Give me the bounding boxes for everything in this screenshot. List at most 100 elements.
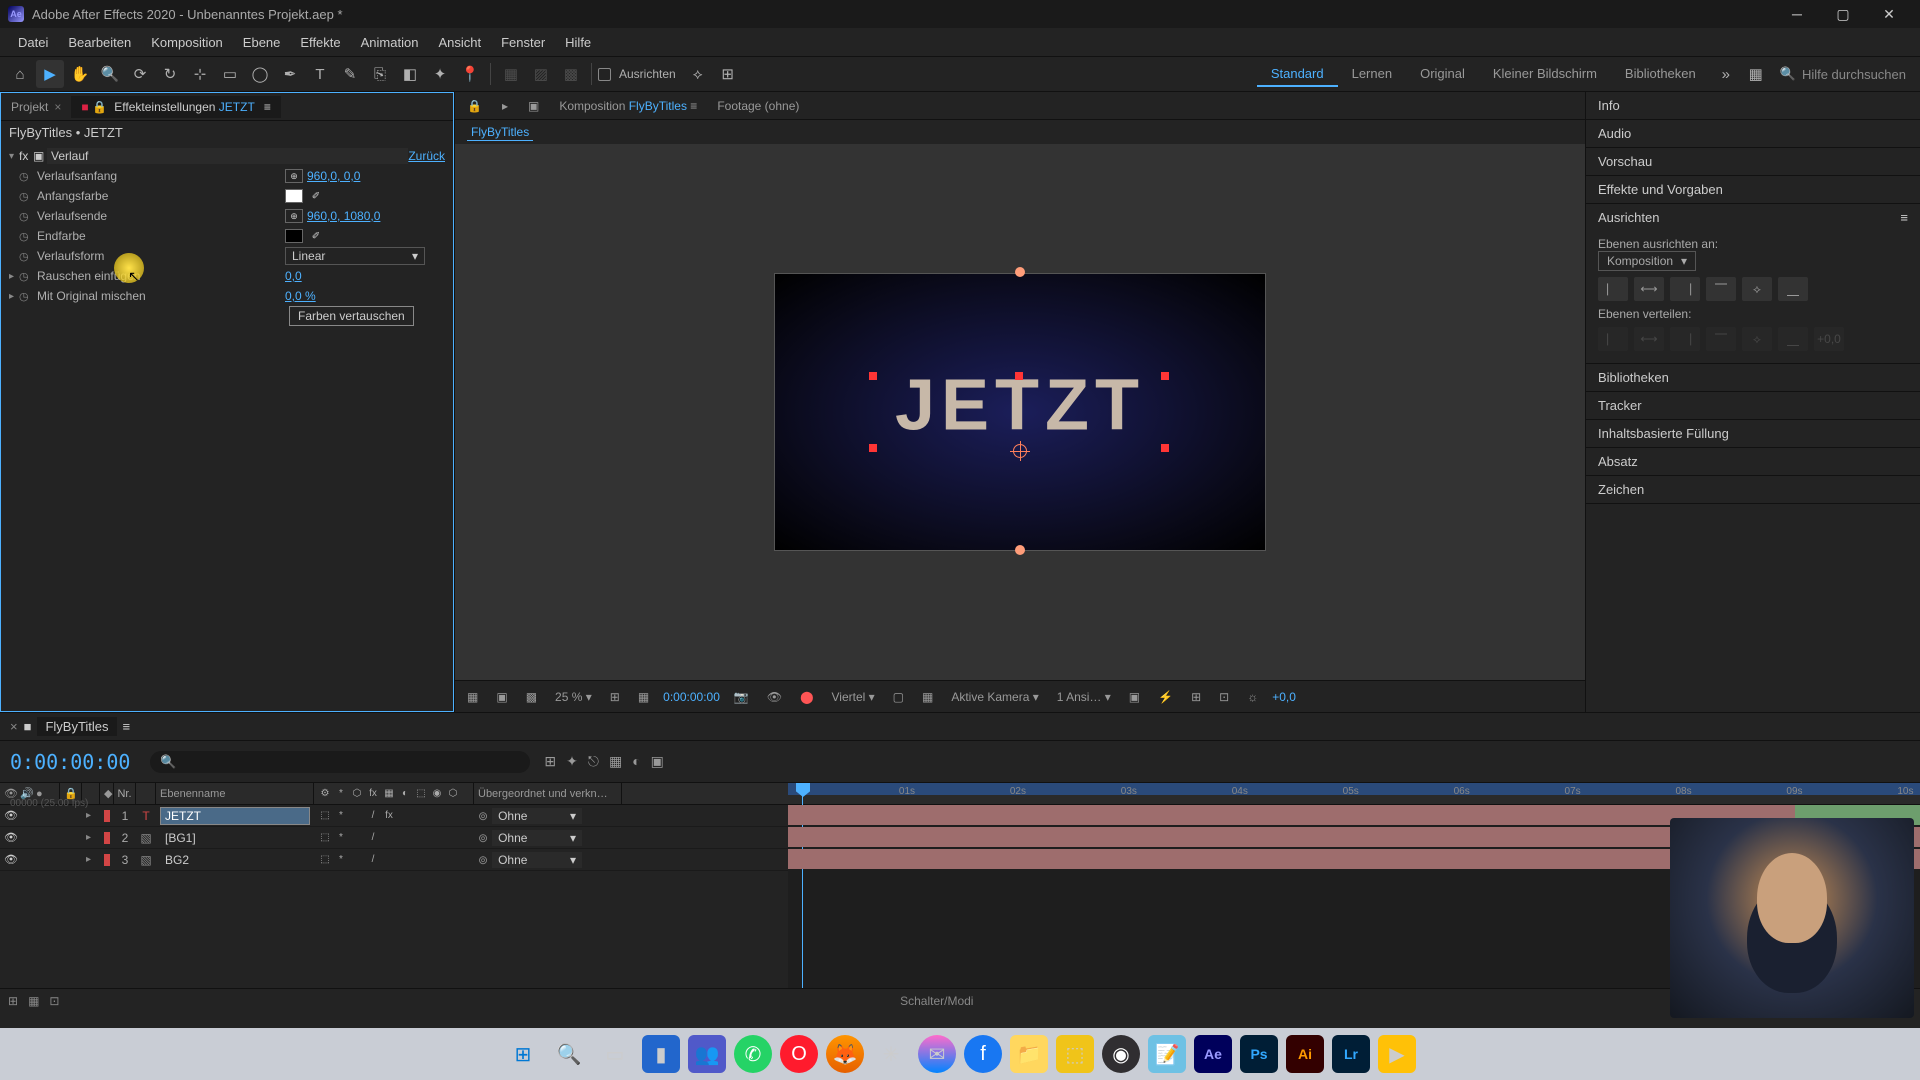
layer-row[interactable]: 👁▸3▧BG2⬚*/⊚Ohne▾ — [0, 849, 788, 871]
visibility-toggle[interactable]: 👁 — [4, 831, 16, 844]
ramp-start-handle[interactable] — [1015, 267, 1025, 277]
composition-viewport[interactable]: JETZT — [455, 144, 1585, 680]
panel-effekte-und-vorgaben[interactable]: Effekte und Vorgaben — [1586, 176, 1920, 203]
layer-name[interactable]: [BG1] — [160, 829, 310, 847]
menu-datei[interactable]: Datei — [8, 31, 58, 54]
show-snapshot-icon[interactable]: 👁 — [763, 688, 786, 706]
exposure-reset-icon[interactable]: ☼ — [1243, 688, 1262, 706]
notepad-button[interactable]: 📝 — [1148, 1035, 1186, 1073]
panel-absatz[interactable]: Absatz — [1586, 448, 1920, 475]
workspace-panel-button[interactable]: ▦ — [1742, 60, 1770, 88]
switches-modes-toggle[interactable]: Schalter/Modi — [900, 994, 973, 1008]
effect-name[interactable]: Verlauf — [47, 148, 408, 164]
app-button[interactable]: ✳ — [872, 1035, 910, 1073]
reset-button[interactable]: Zurück — [408, 149, 445, 163]
panel-tracker[interactable]: Tracker — [1586, 392, 1920, 419]
rect-tool[interactable]: ▭ — [216, 60, 244, 88]
panel-zeichen[interactable]: Zeichen — [1586, 476, 1920, 503]
twirl-icon[interactable]: ▸ — [86, 854, 91, 865]
ai-button[interactable]: Ai — [1286, 1035, 1324, 1073]
facebook-button[interactable]: f — [964, 1035, 1002, 1073]
align-bottom-button[interactable]: ⎽ — [1778, 277, 1808, 301]
stopwatch-icon[interactable]: ◷ — [19, 190, 33, 203]
snapping-checkbox[interactable] — [598, 68, 611, 81]
pixel-aspect-icon[interactable]: ▣ — [1125, 688, 1144, 706]
whatsapp-button[interactable]: ✆ — [734, 1035, 772, 1073]
layer-row[interactable]: 👁▸1TJETZT⬚*/fx⊚Ohne▾ — [0, 805, 788, 827]
align-top-button[interactable]: ⎺ — [1706, 277, 1736, 301]
tab-menu-icon[interactable]: ≡ — [123, 719, 131, 734]
parent-dropdown[interactable]: Ohne▾ — [492, 808, 582, 824]
composition-tab[interactable]: Komposition FlyByTitles ≡ — [553, 97, 703, 115]
align-left-button[interactable]: ⎸ — [1598, 277, 1628, 301]
menu-bearbeiten[interactable]: Bearbeiten — [58, 31, 141, 54]
zoom-dropdown[interactable]: 25 % ▾ — [551, 689, 596, 705]
eraser-tool[interactable]: ◧ — [396, 60, 424, 88]
roto-tool[interactable]: ✦ — [426, 60, 454, 88]
bbox-handle[interactable] — [869, 372, 877, 380]
label-color[interactable] — [104, 810, 110, 822]
stopwatch-icon[interactable]: ◷ — [19, 270, 33, 283]
viewer-nav-icon[interactable]: ▸ — [496, 97, 514, 115]
timeline-close-icon[interactable]: × — [10, 719, 18, 734]
align-vcenter-button[interactable]: ⟡ — [1742, 277, 1772, 301]
twirl-icon[interactable]: ▸ — [9, 271, 19, 282]
stopwatch-icon[interactable]: ◷ — [19, 230, 33, 243]
graph-editor-icon[interactable]: ▣ — [651, 753, 664, 770]
swap-colors-button[interactable]: Farben vertauschen — [289, 306, 414, 326]
motion-blur-icon[interactable]: ◐ — [632, 753, 640, 770]
visibility-toggle[interactable]: 👁 — [4, 853, 16, 866]
selection-tool[interactable]: ▶ — [36, 60, 64, 88]
layer-name[interactable]: BG2 — [160, 851, 310, 869]
layer-bar[interactable] — [788, 805, 1795, 825]
exposure-value[interactable]: +0,0 — [1272, 690, 1296, 704]
tab-menu-icon[interactable]: ≡ — [690, 99, 697, 113]
effect-controls-tab[interactable]: ■ 🔒 Effekteinstellungen JETZT ≡ — [71, 96, 281, 118]
orbit-tool[interactable]: ⟳ — [126, 60, 154, 88]
preview-timecode[interactable]: 0:00:00:00 — [663, 690, 720, 704]
alpha-icon[interactable]: ▦ — [463, 688, 482, 706]
workspace-bibliotheken[interactable]: Bibliotheken — [1611, 62, 1710, 87]
project-tab[interactable]: Projekt× — [1, 96, 71, 118]
switch[interactable]: ⬚ — [318, 853, 332, 867]
channel-icon[interactable]: ⬤ — [796, 688, 817, 706]
snap-opt1-icon[interactable]: ⟡ — [684, 60, 712, 88]
menu-hilfe[interactable]: Hilfe — [555, 31, 601, 54]
align-hcenter-button[interactable]: ⟷ — [1634, 277, 1664, 301]
blend-value[interactable]: 0,0 % — [285, 289, 316, 303]
workspace-original[interactable]: Original — [1406, 62, 1479, 87]
rotate-tool[interactable]: ↻ — [156, 60, 184, 88]
viewer-lock-icon[interactable]: 🔒 — [461, 97, 488, 115]
workspace-lernen[interactable]: Lernen — [1338, 62, 1406, 87]
start-button[interactable]: ⊞ — [504, 1035, 542, 1073]
flowchart-crumb[interactable]: FlyByTitles — [467, 124, 533, 141]
bbox-handle[interactable] — [1161, 372, 1169, 380]
files-button[interactable]: 📁 — [1010, 1035, 1048, 1073]
stopwatch-icon[interactable]: ◷ — [19, 290, 33, 303]
align-panel-title[interactable]: Ausrichten — [1598, 210, 1659, 225]
grid-icon[interactable]: ▦ — [634, 688, 653, 706]
fx-enable-checkbox[interactable]: fx — [19, 149, 33, 163]
explorer-button[interactable]: ▮ — [642, 1035, 680, 1073]
label-color[interactable] — [104, 854, 110, 866]
taskbar-search-button[interactable]: 🔍 — [550, 1035, 588, 1073]
fast-preview-icon[interactable]: ⚡ — [1154, 688, 1177, 706]
label-color[interactable] — [104, 832, 110, 844]
task-view-button[interactable]: ▭ — [596, 1035, 634, 1073]
snapshot-icon[interactable]: 📷 — [730, 688, 753, 706]
res-half-icon[interactable]: ⊞ — [606, 688, 624, 706]
tab-menu-icon[interactable]: ≡ — [264, 100, 271, 114]
menu-ansicht[interactable]: Ansicht — [428, 31, 491, 54]
panel-info[interactable]: Info — [1586, 92, 1920, 119]
mask-view-icon[interactable]: ▣ — [492, 688, 511, 706]
transparency-icon[interactable]: ▦ — [918, 688, 937, 706]
pickwhip-icon[interactable]: ⊚ — [478, 853, 488, 867]
anchor-point-icon[interactable] — [1013, 444, 1027, 458]
stopwatch-icon[interactable]: ◷ — [19, 170, 33, 183]
panel-menu-icon[interactable]: ≡ — [1900, 210, 1908, 225]
menu-ebene[interactable]: Ebene — [233, 31, 291, 54]
fx-comp-icon[interactable]: ▣ — [33, 149, 47, 163]
menu-komposition[interactable]: Komposition — [141, 31, 233, 54]
menu-fenster[interactable]: Fenster — [491, 31, 555, 54]
toggle-modes-icon[interactable]: ▦ — [28, 994, 39, 1008]
